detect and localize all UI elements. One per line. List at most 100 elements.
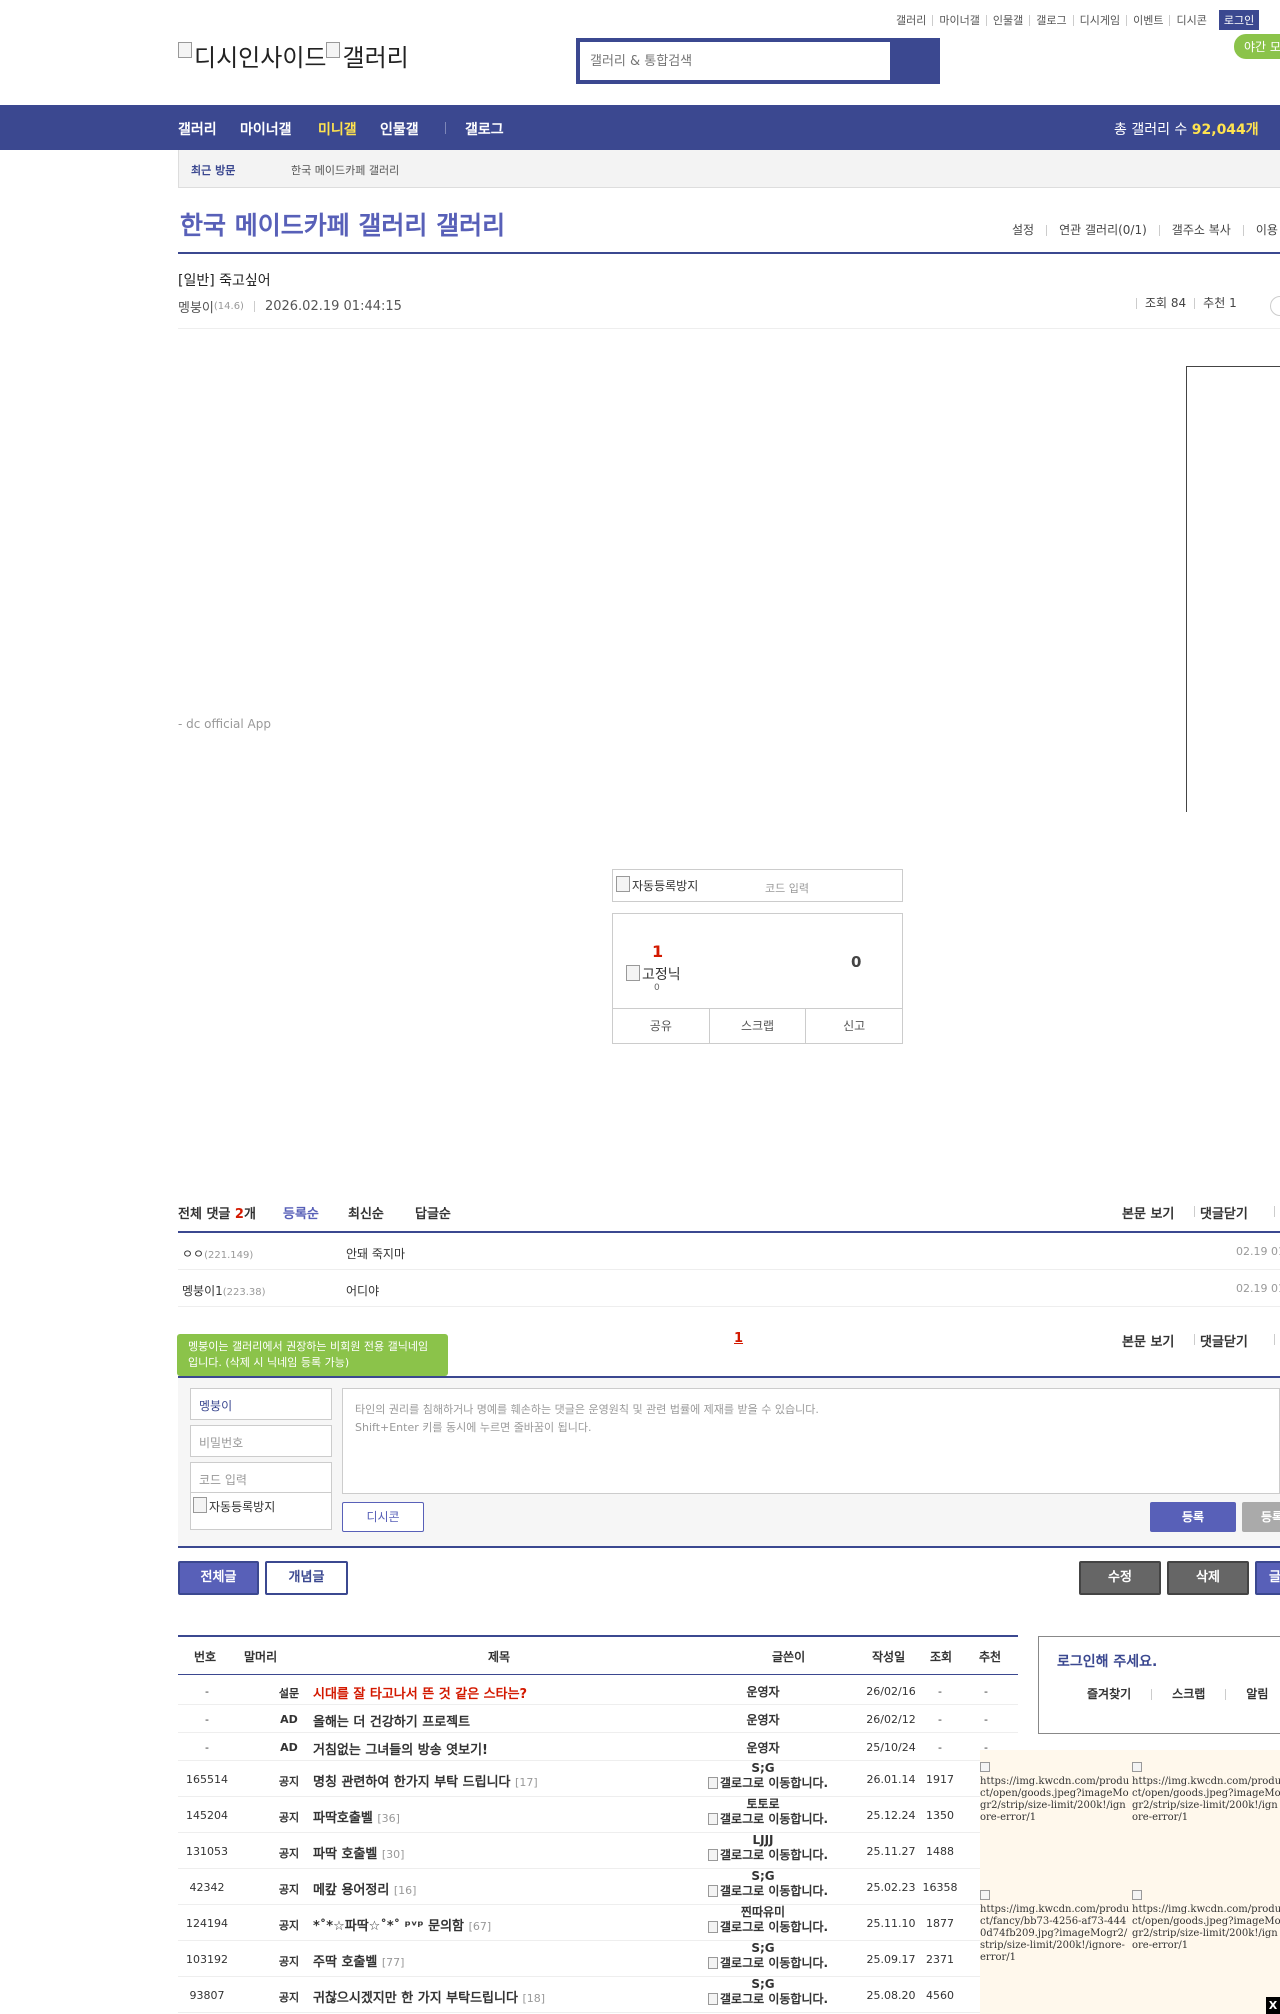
gallery-usage[interactable]: 이용 (1242, 224, 1280, 236)
nav-gallery[interactable]: 갤러리 (178, 119, 217, 139)
code-input[interactable]: 코드 입력 (190, 1462, 332, 1492)
comment-count[interactable]: [30] (382, 1848, 405, 1861)
submit-alt-button[interactable]: 등록 (1242, 1502, 1280, 1532)
post-row[interactable]: 103192 공지 주딱 호출벨 [77] S;G 갤로그로 이동합니다. 25.09.1… (178, 1941, 1018, 1977)
post-row[interactable]: 131053 공지 파딱 호출벨 [30] LJJJ 갤로그로 이동합니다. 25.11.… (178, 1833, 1018, 1869)
comment-count[interactable]: [17] (515, 1776, 538, 1789)
copy-gallery-url[interactable]: 갤주소 복사 (1158, 224, 1243, 236)
top-link-dccon[interactable]: 디시콘 (1169, 14, 1212, 26)
top-link-gallog[interactable]: 갤로그 (1029, 14, 1072, 26)
delete-button[interactable]: 삭제 (1167, 1561, 1249, 1595)
post-comment-circle[interactable] (1270, 296, 1280, 316)
post-title-link[interactable]: 명칭 관련하여 한가지 부탁 드립니다 [17] (313, 1771, 538, 1790)
submit-button[interactable]: 등록 (1150, 1502, 1236, 1532)
top-link-minor[interactable]: 마이너갤 (932, 14, 985, 26)
comment-count[interactable]: [77] (382, 1956, 405, 1969)
close-comments-link[interactable]: 댓글닫기 (1200, 1203, 1248, 1222)
top-link-game[interactable]: 디시게임 (1072, 14, 1126, 26)
post-row[interactable]: 165514 공지 명칭 관련하여 한가지 부탁 드립니다 [17] S;G 갤로그로 … (178, 1761, 1018, 1797)
post-writer[interactable]: S;G 갤로그로 이동합니다. (708, 1977, 828, 2006)
post-title-link[interactable]: 시대를 잘 타고나서 뜬 것 같은 스타는? (313, 1683, 527, 1702)
ad-image-alt[interactable]: https://img.kwcdn.com/product/fancy/bb73… (980, 1890, 1130, 1964)
post-row[interactable]: - AD 올해는 더 건강하기 프로젝트 운영자 26/02/12- - (178, 1705, 1018, 1733)
post-row[interactable]: 42342 공지 메캎 용어정리 [16] S;G 갤로그로 이동합니다. 25.02.2… (178, 1869, 1018, 1905)
gallog-link[interactable]: 갤로그로 이동합니다. (708, 1955, 828, 1970)
post-writer[interactable]: LJJJ 갤로그로 이동합니다. (708, 1833, 828, 1862)
edit-button[interactable]: 수정 (1079, 1561, 1161, 1595)
all-posts-button[interactable]: 전체글 (178, 1561, 259, 1595)
comment-page-1[interactable]: 1 (734, 1331, 743, 1346)
post-row[interactable]: 145204 공지 파딱호출벨 [36] 토토로 갤로그로 이동합니다. 25.12.24… (178, 1797, 1018, 1833)
gallog-link[interactable]: 갤로그로 이동합니다. (708, 1883, 828, 1898)
post-title-link[interactable]: 귀찮으시겠지만 한 가지 부탁드립니다 [18] (313, 1987, 545, 2006)
top-link-person[interactable]: 인물갤 (985, 14, 1029, 26)
post-title-link[interactable]: 파딱 호출벨 [30] (313, 1843, 404, 1862)
close-ad-icon[interactable]: X (1266, 1997, 1280, 2014)
comment-count[interactable]: [16] (394, 1884, 417, 1897)
scrap-link[interactable]: 스크랩 (1151, 1688, 1225, 1700)
post-author[interactable]: 멩붕이 (178, 297, 214, 316)
search-button[interactable] (890, 42, 936, 80)
gallog-link[interactable]: 갤로그로 이동합니다. (708, 1919, 828, 1934)
gallog-link[interactable]: 갤로그로 이동합니다. (708, 1991, 828, 2006)
best-posts-button[interactable]: 개념글 (265, 1561, 348, 1595)
nav-mini[interactable]: 미니갤 (318, 119, 357, 139)
post-row[interactable]: 93807 공지 귀찮으시겠지만 한 가지 부탁드립니다 [18] S;G 갤로그로 이… (178, 1977, 1018, 2013)
comment-count[interactable]: [67] (469, 1920, 492, 1933)
top-link-event[interactable]: 이벤트 (1126, 14, 1169, 26)
post-row[interactable]: - 설문 시대를 잘 타고나서 뜬 것 같은 스타는? 운영자 26/02/16- - (178, 1677, 1018, 1705)
post-writer[interactable]: S;G 갤로그로 이동합니다. (708, 1941, 828, 1970)
ad-image-alt[interactable]: https://img.kwcdn.com/product/open/goods… (1132, 1762, 1280, 1824)
gallog-link[interactable]: 갤로그로 이동합니다. (708, 1775, 828, 1790)
nav-person[interactable]: 인물갤 (380, 119, 419, 139)
post-writer[interactable]: 운영자 (708, 1711, 818, 1728)
night-mode-button[interactable]: 야간 모 (1234, 34, 1280, 59)
related-gallery[interactable]: 연관 갤러리(0/1) (1046, 224, 1159, 236)
post-row[interactable]: 124194 공지 *˚*☆파딱☆˚*˚ ᵖᵛᵖ 문의함 [67] 찐따유미 갤로그로 … (178, 1905, 1018, 1941)
login-button[interactable]: 로그인 (1218, 10, 1260, 30)
favorites-link[interactable]: 즐겨찾기 (1039, 1688, 1151, 1700)
post-writer[interactable]: 토토로 갤로그로 이동합니다. (708, 1797, 828, 1826)
close-comments-link[interactable]: 댓글닫기 (1200, 1331, 1248, 1350)
post-writer[interactable]: S;G 갤로그로 이동합니다. (708, 1869, 828, 1898)
post-title-link[interactable]: 파딱호출벨 [36] (313, 1807, 400, 1826)
comment-nick[interactable]: ㅇㅇ(221.149) (182, 1245, 253, 1262)
comment-nick[interactable]: 멩붕이1(223.38) (182, 1282, 266, 1299)
post-title-link[interactable]: 거침없는 그녀들의 방송 엿보기! (313, 1739, 488, 1758)
ad-image-alt[interactable]: https://img.kwcdn.com/product/open/goods… (1132, 1890, 1280, 1952)
post-writer[interactable]: S;G 갤로그로 이동합니다. (708, 1761, 828, 1790)
gallog-link[interactable]: 갤로그로 이동합니다. (708, 1847, 828, 1862)
view-body-link[interactable]: 본문 보기 (1122, 1203, 1174, 1222)
post-writer[interactable]: 운영자 (708, 1739, 818, 1756)
sort-latest[interactable]: 최신순 (348, 1203, 384, 1222)
post-title-link[interactable]: 메캎 용어정리 [16] (313, 1879, 416, 1898)
gallery-title[interactable]: 한국 메이드카페 갤러리 갤러리 (180, 206, 505, 242)
recent-visit-gallery[interactable]: 한국 메이드카페 갤러리 (291, 162, 399, 178)
top-link-gallery[interactable]: 갤러리 (890, 15, 932, 26)
post-title-link[interactable]: 올해는 더 건강하기 프로젝트 (313, 1711, 470, 1730)
comment-count[interactable]: [18] (522, 1992, 545, 2005)
search-input[interactable] (580, 42, 890, 80)
site-logo[interactable]: 디시인사이드 갤러리 (178, 38, 409, 73)
captcha-input[interactable]: 코드 입력 (765, 880, 809, 896)
gallery-settings[interactable]: 설정 (1000, 224, 1046, 236)
report-button[interactable]: 신고 (805, 1009, 902, 1044)
post-title-link[interactable]: 주딱 호출벨 [77] (313, 1951, 404, 1970)
sort-reply[interactable]: 답글순 (415, 1203, 451, 1222)
comment-count[interactable]: [36] (377, 1812, 400, 1825)
write-button[interactable]: 글 (1255, 1561, 1280, 1595)
nav-gallog[interactable]: 갤로그 (465, 119, 504, 139)
post-writer[interactable]: 운영자 (708, 1683, 818, 1700)
nickname-field[interactable]: 멩붕이 (190, 1388, 332, 1420)
login-prompt[interactable]: 로그인해 주세요. (1057, 1651, 1157, 1671)
post-writer[interactable]: 찐따유미 갤로그로 이동합니다. (708, 1905, 828, 1934)
notification-link[interactable]: 알림 (1225, 1688, 1280, 1700)
dccon-button[interactable]: 디시콘 (342, 1502, 424, 1532)
comment-textarea[interactable]: 타인의 권리를 침해하거나 명예를 훼손하는 댓글은 운영원칙 및 관련 법률에… (342, 1388, 1280, 1494)
post-row[interactable]: - AD 거침없는 그녀들의 방송 엿보기! 운영자 25/10/24- - (178, 1733, 1018, 1761)
view-body-link[interactable]: 본문 보기 (1122, 1331, 1174, 1350)
password-field[interactable]: 비밀번호 (190, 1425, 332, 1457)
post-title-link[interactable]: *˚*☆파딱☆˚*˚ ᵖᵛᵖ 문의함 [67] (313, 1915, 491, 1934)
nav-minor[interactable]: 마이너갤 (240, 119, 292, 139)
share-button[interactable]: 공유 (613, 1009, 709, 1044)
